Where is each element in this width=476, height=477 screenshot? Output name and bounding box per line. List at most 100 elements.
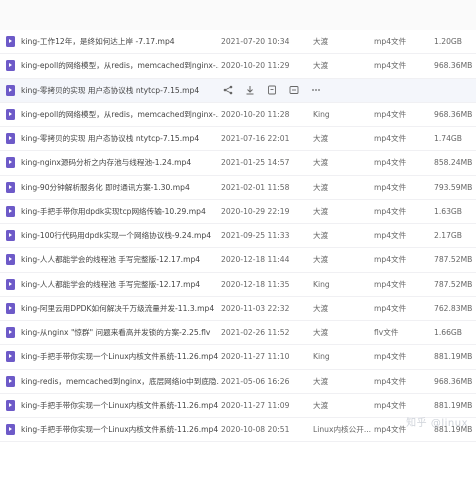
- file-type: mp4文件: [374, 206, 407, 216]
- file-size: 1.20GB: [434, 37, 463, 47]
- file-size: 1.66GB: [434, 328, 463, 338]
- file-name[interactable]: king-阿里云用DPDK如何解决千万级流量并发-11.3.mp4: [21, 303, 219, 314]
- file-row[interactable]: king-人人都能学会的线程池 手写完整版-12.17.mp4 2020-12-1…: [0, 273, 476, 297]
- file-date: 2021-05-06 16:26: [221, 376, 290, 386]
- file-row[interactable]: king-零拷贝的实现 用户态协议栈 ntytcp-7.15.mp4 2021-0…: [0, 127, 476, 152]
- video-file-icon: [6, 181, 15, 193]
- file-type: mp4文件: [374, 425, 407, 435]
- file-owner: 大渡: [313, 182, 329, 192]
- video-file-icon: [6, 424, 15, 436]
- file-owner: 大渡: [313, 158, 329, 168]
- file-row[interactable]: king-工作12年，是终如何达上岸 -7.17.mp4 2021-07-20 1…: [0, 30, 476, 55]
- file-date: 2020-12-18 11:44: [221, 255, 290, 265]
- file-row[interactable]: king-nginx源码分析之内存池与线程池-1.24.mp4 2021-01-2…: [0, 151, 476, 176]
- file-type: mp4文件: [374, 158, 407, 168]
- file-name[interactable]: king-手把手带你用dpdk实现tcp网络传输-10.29.mp4: [21, 206, 219, 217]
- file-name[interactable]: king-手把手带你实现一个Linux内核文件系统-11.26.mp4: [21, 400, 219, 411]
- file-date: 2021-09-25 11:33: [221, 231, 290, 241]
- file-name[interactable]: king-人人都能学会的线程池 手写完整版-12.17.mp4: [21, 254, 219, 265]
- file-owner: King: [313, 109, 330, 119]
- file-type: mp4文件: [374, 182, 407, 192]
- file-name[interactable]: king-零拷贝的实现 用户态协议栈 ntytcp-7.15.mp4: [21, 85, 219, 96]
- row-actions: [222, 84, 322, 96]
- file-owner: 大渡: [313, 303, 329, 313]
- tag-icon[interactable]: [288, 84, 300, 96]
- file-size: 762.83MB: [434, 303, 473, 313]
- file-owner: 大渡: [313, 376, 329, 386]
- video-file-icon: [6, 36, 15, 48]
- video-file-icon: [6, 205, 15, 217]
- file-row[interactable]: king-epoll的网络模型，从redis，memcached到nginx-.…: [0, 54, 476, 79]
- file-size: 1.63GB: [434, 206, 463, 216]
- file-name[interactable]: king-从nginx "惊群" 问题来看高并发锁的方案-2.25.flv: [21, 327, 219, 338]
- file-owner: King: [313, 352, 330, 362]
- video-file-icon: [6, 351, 15, 363]
- file-type: mp4文件: [374, 134, 407, 144]
- file-type: flv文件: [374, 328, 399, 338]
- video-file-icon: [6, 399, 15, 411]
- file-type: mp4文件: [374, 61, 407, 71]
- file-name[interactable]: king-人人都能学会的线程池 手写完整版-12.17.mp4: [21, 279, 219, 290]
- file-name[interactable]: king-手把手带你实现一个Linux内核文件系统-11.26.mp4: [21, 424, 219, 435]
- file-owner: 大渡: [313, 61, 329, 71]
- file-date: 2021-02-01 11:58: [221, 182, 290, 192]
- header-area: [0, 0, 476, 30]
- file-row[interactable]: king-人人都能学会的线程池 手写完整版-12.17.mp4 2020-12-1…: [0, 248, 476, 273]
- file-list: king-工作12年，是终如何达上岸 -7.17.mp4 2021-07-20 1…: [0, 30, 476, 443]
- file-name[interactable]: king-零拷贝的实现 用户态协议栈 ntytcp-7.15.mp4: [21, 133, 219, 144]
- more-icon[interactable]: [310, 84, 322, 96]
- watermark: 知乎 @linux: [406, 418, 468, 429]
- video-file-icon: [6, 278, 15, 290]
- file-name[interactable]: king-手把手带你实现一个Linux内核文件系统-11.26.mp4: [21, 351, 219, 362]
- file-row[interactable]: king-90分钟解析服务化 即时通讯方案-1.30.mp4 2021-02-01…: [0, 176, 476, 200]
- file-size: 787.52MB: [434, 255, 473, 265]
- file-owner: 大渡: [313, 400, 329, 410]
- share-icon[interactable]: [222, 84, 234, 96]
- file-type: mp4文件: [374, 352, 407, 362]
- video-file-icon: [6, 157, 15, 169]
- file-owner: 大渡: [313, 328, 329, 338]
- file-type: mp4文件: [374, 303, 407, 313]
- file-row[interactable]: king-零拷贝的实现 用户态协议栈 ntytcp-7.15.mp4: [0, 78, 476, 103]
- file-row[interactable]: king-手把手带你实现一个Linux内核文件系统-11.26.mp4 2020-…: [0, 345, 476, 370]
- file-name[interactable]: king-redis，memcached到nginx，底层网络io中到底隐...: [21, 376, 219, 387]
- file-row[interactable]: king-从nginx "惊群" 问题来看高并发锁的方案-2.25.flv 202…: [0, 321, 476, 346]
- file-row[interactable]: king-手把手带你实现一个Linux内核文件系统-11.26.mp4 2020-…: [0, 394, 476, 418]
- file-type: mp4文件: [374, 279, 407, 289]
- file-owner: 大渡: [313, 255, 329, 265]
- file-size: 858.24MB: [434, 158, 473, 168]
- file-date: 2020-10-08 20:51: [221, 425, 290, 435]
- file-type: mp4文件: [374, 231, 407, 241]
- save-icon[interactable]: [266, 84, 278, 96]
- file-name[interactable]: king-epoll的网络模型，从redis，memcached到nginx-.…: [21, 60, 219, 71]
- file-name[interactable]: king-nginx源码分析之内存池与线程池-1.24.mp4: [21, 157, 219, 168]
- file-date: 2020-10-20 11:29: [221, 61, 290, 71]
- file-row[interactable]: king-epoll的网络模型，从redis，memcached到nginx-.…: [0, 103, 476, 127]
- file-name[interactable]: king-90分钟解析服务化 即时通讯方案-1.30.mp4: [21, 182, 219, 193]
- video-file-icon: [6, 84, 15, 96]
- file-name[interactable]: king-工作12年，是终如何达上岸 -7.17.mp4: [21, 36, 219, 47]
- file-size: 968.36MB: [434, 61, 473, 71]
- file-name[interactable]: king-epoll的网络模型，从redis，memcached到nginx-.…: [21, 109, 219, 120]
- file-name[interactable]: king-100行代码用dpdk实现一个网络协议栈-9.24.mp4: [21, 230, 219, 241]
- file-owner: 大渡: [313, 231, 329, 241]
- file-date: 2020-11-03 22:32: [221, 303, 290, 313]
- file-date: 2020-12-18 11:35: [221, 279, 290, 289]
- download-icon[interactable]: [244, 84, 256, 96]
- video-file-icon: [6, 327, 15, 339]
- video-file-icon: [6, 108, 15, 120]
- file-type: mp4文件: [374, 37, 407, 47]
- file-date: 2020-10-29 22:19: [221, 206, 290, 216]
- file-date: 2021-07-16 22:01: [221, 134, 290, 144]
- file-row[interactable]: king-阿里云用DPDK如何解决千万级流量并发-11.3.mp4 2020-11…: [0, 297, 476, 321]
- file-date: 2021-07-20 10:34: [221, 37, 290, 47]
- file-row[interactable]: king-redis，memcached到nginx，底层网络io中到底隐...…: [0, 370, 476, 394]
- file-type: mp4文件: [374, 255, 407, 265]
- video-file-icon: [6, 230, 15, 242]
- video-file-icon: [6, 302, 15, 314]
- file-date: 2020-10-20 11:28: [221, 109, 290, 119]
- file-row[interactable]: king-100行代码用dpdk实现一个网络协议栈-9.24.mp4 2021-0…: [0, 224, 476, 249]
- file-size: 1.74GB: [434, 134, 463, 144]
- file-row[interactable]: king-手把手带你实现一个Linux内核文件系统-11.26.mp4 2020-…: [0, 418, 476, 443]
- file-row[interactable]: king-手把手带你用dpdk实现tcp网络传输-10.29.mp4 2020-1…: [0, 200, 476, 224]
